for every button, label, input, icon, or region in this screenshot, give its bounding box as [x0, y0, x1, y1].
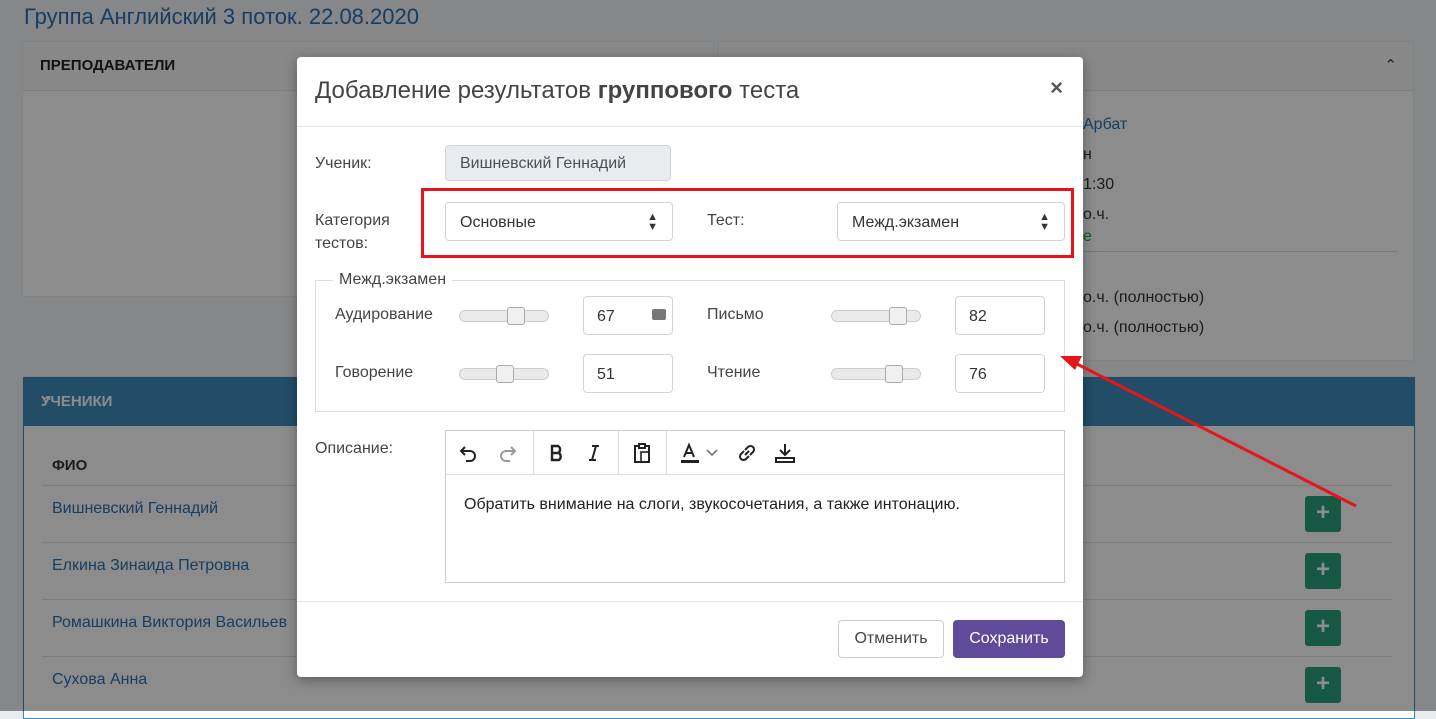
arrow-head — [1060, 356, 1082, 370]
arrow-line — [1074, 361, 1357, 508]
annotation-arrow — [1060, 356, 1357, 508]
